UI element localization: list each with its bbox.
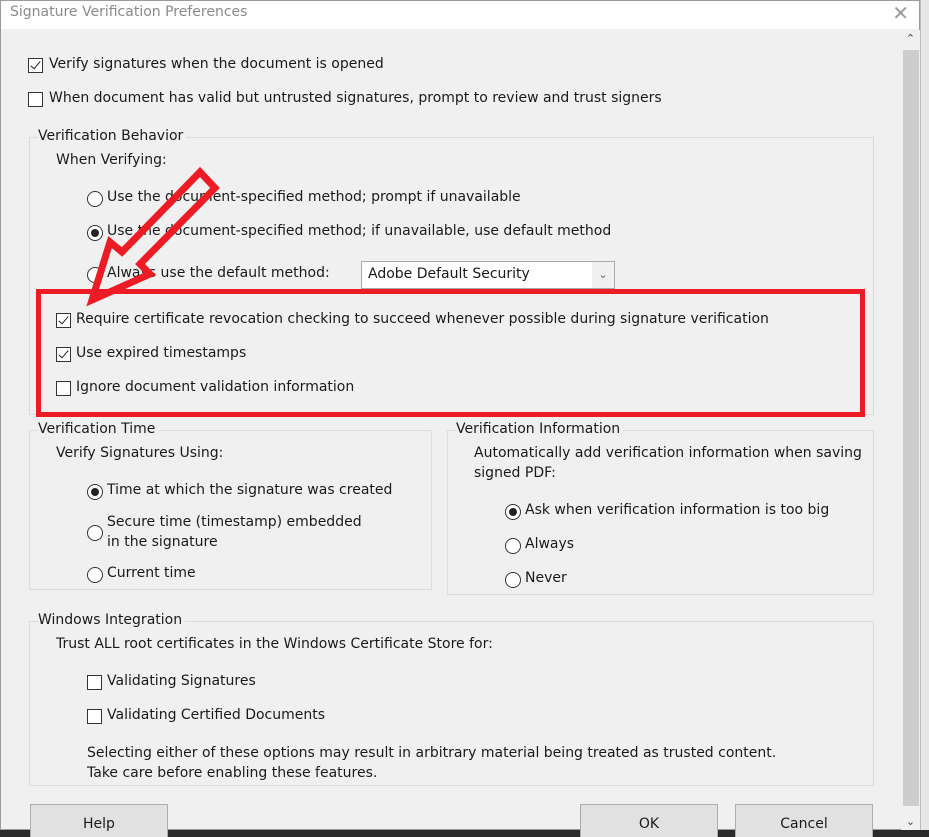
use-expired-timestamps-checkbox[interactable] (56, 347, 71, 362)
signature-verification-dialog: Signature Verification Preferences ✕ Ver… (0, 0, 920, 837)
ignore-validation-info-checkbox[interactable] (56, 381, 71, 396)
warning-text-line2: Take care before enabling these features… (87, 765, 378, 781)
scrollbar-thumb[interactable] (903, 50, 919, 806)
verify-signatures-using-label: Verify Signatures Using: (56, 445, 224, 461)
method-always-default-radio[interactable] (87, 267, 103, 283)
vertical-scrollbar[interactable]: ⌃ ⌄ (901, 30, 920, 830)
default-method-select[interactable]: Adobe Default Security ⌄ (361, 261, 615, 289)
warning-text-line1: Selecting either of these options may re… (87, 745, 777, 761)
secure-time-label-line1: Secure time (timestamp) embedded (107, 514, 362, 530)
never-label: Never (525, 570, 567, 586)
trust-root-certs-label: Trust ALL root certificates in the Windo… (56, 636, 493, 652)
validating-certified-docs-label: Validating Certified Documents (107, 707, 326, 723)
secure-time-label-line2: in the signature (107, 534, 218, 550)
scroll-up-icon[interactable]: ⌃ (901, 32, 920, 45)
current-time-label: Current time (107, 565, 196, 581)
verification-behavior-legend: Verification Behavior (38, 128, 187, 144)
validating-signatures-checkbox[interactable] (87, 675, 102, 690)
close-icon[interactable]: ✕ (892, 1, 909, 25)
method-prompt-label: Use the document-specified method; promp… (107, 189, 521, 205)
always-label: Always (525, 536, 575, 552)
windows-integration-legend: Windows Integration (38, 612, 186, 628)
validating-signatures-label: Validating Signatures (107, 673, 256, 689)
method-prompt-radio[interactable] (87, 191, 103, 207)
current-time-radio[interactable] (87, 567, 103, 583)
dialog-title: Signature Verification Preferences (10, 4, 248, 20)
never-radio[interactable] (505, 572, 521, 588)
background-window-edge (920, 0, 929, 837)
title-bar: Signature Verification Preferences ✕ (1, 1, 919, 29)
method-always-default-label: Always use the default method: (107, 265, 330, 281)
method-default-fallback-label: Use the document-specified method; if un… (107, 223, 612, 239)
method-default-fallback-radio[interactable] (87, 225, 103, 241)
chevron-down-icon[interactable]: ⌄ (592, 262, 614, 288)
ask-too-big-radio[interactable] (505, 504, 521, 520)
prompt-trust-signers-checkbox[interactable] (28, 92, 43, 107)
verification-information-legend: Verification Information (456, 421, 624, 437)
when-verifying-label: When Verifying: (56, 152, 167, 168)
ignore-validation-info-label: Ignore document validation information (76, 379, 355, 395)
validating-certified-docs-checkbox[interactable] (87, 709, 102, 724)
cancel-button[interactable]: Cancel (735, 804, 873, 837)
auto-add-info-label-line2: signed PDF: (474, 465, 556, 481)
auto-add-info-label-line1: Automatically add verification informati… (474, 445, 862, 461)
time-created-radio[interactable] (87, 484, 103, 500)
time-created-label: Time at which the signature was created (107, 482, 393, 498)
verify-on-open-label: Verify signatures when the document is o… (49, 56, 384, 72)
default-method-value: Adobe Default Security (368, 266, 530, 282)
scroll-down-icon[interactable]: ⌄ (901, 815, 920, 828)
help-button[interactable]: Help (30, 804, 168, 837)
prompt-trust-signers-label: When document has valid but untrusted si… (49, 90, 662, 106)
secure-time-radio[interactable] (87, 525, 103, 541)
verification-time-legend: Verification Time (38, 421, 159, 437)
require-revocation-checkbox[interactable] (56, 313, 71, 328)
verify-on-open-checkbox[interactable] (28, 58, 43, 73)
use-expired-timestamps-label: Use expired timestamps (76, 345, 247, 361)
ask-too-big-label: Ask when verification information is too… (525, 502, 830, 518)
always-radio[interactable] (505, 538, 521, 554)
ok-button[interactable]: OK (580, 804, 718, 837)
require-revocation-label: Require certificate revocation checking … (76, 311, 769, 327)
